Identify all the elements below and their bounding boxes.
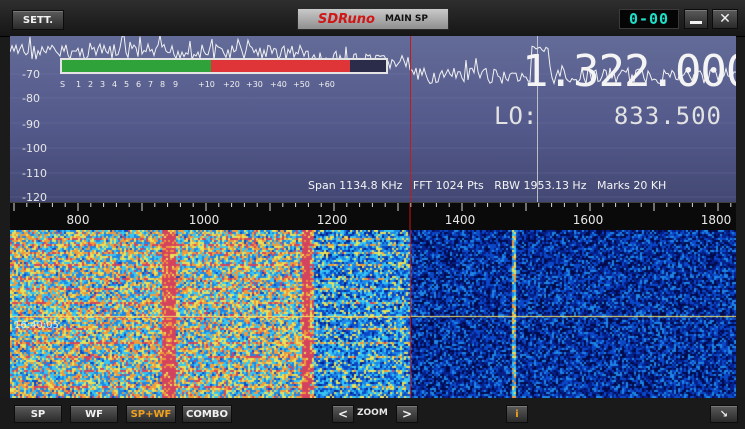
window-title: MAIN SP [384, 14, 428, 24]
minimize-button[interactable] [684, 9, 708, 29]
s-meter-label: +30 [246, 80, 263, 89]
s-meter-label: 6 [136, 80, 142, 89]
zoom-out-button[interactable]: < [332, 405, 354, 423]
db-label: -70 [22, 68, 40, 81]
s-meter-label: +20 [223, 80, 240, 89]
expand-button[interactable]: ↘ [710, 405, 738, 423]
sp-mode-button[interactable]: SP [14, 405, 62, 423]
s-meter-bar [60, 58, 388, 74]
settings-button[interactable]: SETT. [12, 10, 64, 30]
title-bar: SETT. SDRuno MAIN SP 0-00 ✕ [0, 0, 745, 37]
s-meter-label: +10 [198, 80, 215, 89]
scale-label: 1200 [316, 213, 348, 227]
info-button[interactable]: i [506, 405, 528, 423]
frequency-scale[interactable]: 800 1000 1200 1400 1600 1800 [10, 202, 736, 231]
s-meter-label: 1 [76, 80, 82, 89]
marks-info: Marks 20 KH [596, 179, 667, 192]
scale-label: 1400 [444, 213, 476, 227]
scale-label: 800 [66, 213, 90, 227]
spectrum-info: Span 1134.8 KHz FFT 1024 Pts RBW 1953.13… [308, 179, 666, 192]
s-meter-label: +50 [293, 80, 310, 89]
db-label: -100 [22, 142, 47, 155]
sp-wf-mode-button[interactable]: SP+WF [126, 405, 176, 423]
s-meter-label: 5 [124, 80, 130, 89]
db-label: -110 [22, 167, 47, 180]
combo-mode-button[interactable]: COMBO [182, 405, 232, 423]
s-meter-label: 2 [88, 80, 94, 89]
db-label: -90 [22, 118, 40, 131]
db-label: -120 [22, 191, 47, 202]
clock-display: 0-00 [619, 9, 679, 29]
tuning-marker[interactable] [410, 36, 411, 202]
waterfall-canvas [10, 230, 736, 398]
spectrum-display[interactable]: -70 -80 -90 -100 -110 -120 S 1 2 3 4 5 6 7 8 9 +10… [10, 36, 736, 202]
db-label: -80 [22, 92, 40, 105]
close-icon: ✕ [719, 11, 731, 27]
zoom-label: ZOOM [357, 408, 388, 418]
scale-label: 1000 [188, 213, 220, 227]
wf-mode-button[interactable]: WF [70, 405, 118, 423]
lo-label: LO: [494, 102, 538, 130]
s-meter-fill-red [211, 60, 351, 72]
s-meter-label: 7 [148, 80, 154, 89]
fft-info: FFT 1024 Pts [412, 179, 484, 192]
zoom-in-button[interactable]: > [396, 405, 418, 423]
s-meter-label: 8 [160, 80, 166, 89]
frequency-display[interactable]: 1.322.000 [522, 46, 736, 97]
window-title-box: SDRuno MAIN SP [297, 8, 449, 30]
s-meter-label: 9 [173, 80, 179, 89]
span-info: Span 1134.8 KHz [308, 179, 403, 192]
close-button[interactable]: ✕ [712, 9, 738, 29]
s-meter-label: +40 [270, 80, 287, 89]
scale-ticks [13, 203, 732, 231]
waterfall-display[interactable]: 16:40:05 [10, 230, 736, 398]
waterfall-time-label: 16:40:05 [14, 320, 59, 331]
lo-value[interactable]: 833.500 [590, 102, 722, 130]
s-meter-label: +60 [318, 80, 335, 89]
brand-logo: SDRuno [318, 11, 375, 27]
expand-icon: ↘ [719, 408, 729, 420]
scale-label: 1600 [572, 213, 604, 227]
scale-label: 1800 [700, 213, 732, 227]
rbw-info: RBW 1953.13 Hz [494, 179, 587, 192]
bottom-toolbar: SP WF SP+WF COMBO < ZOOM > i ↘ [0, 398, 745, 429]
s-meter-label: 4 [112, 80, 118, 89]
minimize-icon [690, 20, 702, 24]
s-meter-label: 3 [100, 80, 106, 89]
s-meter-label: S [60, 80, 66, 89]
s-meter-fill-green [62, 60, 212, 72]
